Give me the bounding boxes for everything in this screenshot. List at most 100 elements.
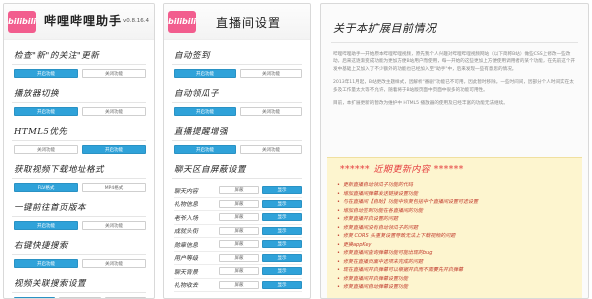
chat-block-row: 老爷入场 屏蔽 显示 [174,211,302,225]
option-button[interactable]: 关闭功能 [82,69,146,78]
option-button-group: 关闭功能 开启功能 [4,141,154,154]
chat-block-grid: 聊天内容 屏蔽 显示 礼物信息 屏蔽 显示 老爷入场 屏蔽 显示 成就头衔 屏蔽 显示 勋章信息 屏蔽 显示… [174,184,302,292]
option-button-selected[interactable]: 开启功能 [82,145,146,154]
section-title: 检查"新"的关注"更新 [14,51,100,61]
option-button-selected[interactable]: 开启功能 [174,69,236,78]
option-button-selected[interactable]: FLV格式 [14,183,78,192]
chat-block-label: 聊天背景 [174,268,199,276]
changelog-item: 与在直播间【自助】功能中恢复包括中个直播间设置可选设置 [337,198,572,207]
option-button[interactable]: 关闭功能 [82,107,146,116]
chat-block-row: 聊天背景 屏蔽 显示 [174,265,302,279]
hide-button[interactable]: 屏蔽 [219,186,259,195]
section-title: 自动签到 [174,51,211,61]
changelog-list: 更新直播自动领瓜子功能的代码增加直播间弹幕发送链接设置功能与在直播间【自助】功能… [337,181,572,292]
bilibili-logo: bilibili [168,11,196,33]
changelog-box: ****** 近期更新内容 ****** 更新直播自动领瓜子功能的代码增加直播间… [327,157,582,298]
show-button[interactable]: 显示 [262,240,302,249]
divider [331,42,578,43]
chat-block-label: 聊天内容 [174,187,199,195]
option-button-group: 开启版（超简）B站（超简）关闭功能 [4,293,154,298]
section-title: 视频关联搜索设置 [14,279,87,289]
hide-button[interactable]: 屏蔽 [219,226,259,235]
chat-block-label: 礼物收去 [174,282,199,290]
option-button-group: 开启功能 关闭功能 [164,103,310,116]
panel-title: 直播间设置 [216,16,282,30]
show-button[interactable]: 显示 [262,199,302,208]
changelog-item: 增加自动签到功能在各直播间的功能 [337,207,572,216]
option-button-selected[interactable]: 开启功能 [174,145,236,154]
chat-block-row: 礼物收去 屏蔽 显示 [174,279,302,292]
option-button-selected[interactable]: 开启功能 [14,107,78,116]
show-button[interactable]: 显示 [262,213,302,222]
section-title: 获取视频下载地址格式 [14,165,105,175]
option-button[interactable]: 关闭功能 [14,145,78,154]
option-button-group: 开启功能 关闭功能 [4,217,154,230]
option-button-group: 开启功能 关闭功能 [164,65,310,78]
version-label: v0.8.16.4 [123,18,149,24]
settings-list: 检查"新"的关注"更新 开启功能 关闭功能 播放器切换 开启功能 关闭功能 HTML5优先关… [4,49,154,298]
changelog-item: 更新直播自动领瓜子功能的代码 [337,181,572,190]
bilibili-logo: bilibili [8,11,36,33]
hide-button[interactable]: 屏蔽 [219,240,259,249]
option-button[interactable]: 关闭功能 [240,69,302,78]
chat-block-label: 勋章信息 [174,241,199,249]
option-button-selected[interactable]: 开启功能 [14,221,78,230]
show-button[interactable]: 显示 [262,280,302,289]
show-button[interactable]: 显示 [262,226,302,235]
chat-block-row: 聊天内容 屏蔽 显示 [174,184,302,198]
hide-button[interactable]: 屏蔽 [219,253,259,262]
changelog-title: ****** 近期更新内容 ****** [340,165,464,175]
option-button-selected[interactable]: 开启功能 [174,107,236,116]
chat-block-row: 礼物信息 屏蔽 显示 [174,198,302,211]
section-title: 一键前往首页版本 [14,203,87,213]
hide-button[interactable]: 屏蔽 [219,213,259,222]
about-panel: 关于本扩展目前情况 哔哩哔哩助手一开始原本哔哩哔哩视频，原先我个人兴趣对哔哩哔哩… [320,3,589,299]
live-room-settings-panel: bilibili 直播间设置 自动签到 开启功能 关闭功能 自动领瓜子 开启功能 关闭功能… [163,3,311,299]
option-button-group: 开启功能 关闭功能 [164,141,310,154]
show-button[interactable]: 显示 [262,186,302,195]
option-button-selected[interactable]: 开启功能 [14,259,78,268]
chat-block-row: 成就头衔 屏蔽 显示 [174,225,302,238]
chat-block-label: 礼物信息 [174,201,199,209]
about-title: 关于本扩展目前情况 [333,22,437,35]
changelog-item: 修复直播开启设置的问题 [337,215,572,224]
changelog-item: 修复直播间自动弹幕设置功能 [337,283,572,292]
option-button-group: 开启功能 关闭功能 [4,255,154,268]
section-title: 右键快捷搜索 [14,241,69,251]
option-button-group: FLV格式 MP4格式 [4,179,154,192]
section-title: 播放器切换 [14,89,60,99]
option-button[interactable]: MP4格式 [82,183,146,192]
show-button[interactable]: 显示 [262,267,302,276]
changelog-item: 现在直播间开启弹幕可以根据开启而不需要先开启弹幕 [337,266,572,275]
changelog-item: 修复直播间没有自动领瓜子的问题 [337,224,572,233]
panel-title: 哔哩哔哩助手 [44,14,123,28]
chat-block-label: 用户等级 [174,255,199,263]
changelog-item: 增加直播间弹幕发送链接设置功能 [337,190,572,199]
changelog-item: 修复在直播页面中选项未完成的问题 [337,258,572,267]
helper-settings-panel: bilibili 哔哩哔哩助手 v0.8.16.4 检查"新"的关注"更新 开启功… [3,3,155,299]
panel-header: bilibili 直播间设置 [164,4,310,40]
panel-header: bilibili 哔哩哔哩助手 v0.8.16.4 [4,4,154,40]
option-button[interactable]: 关闭功能 [240,145,302,154]
hide-button[interactable]: 屏蔽 [219,267,259,276]
option-button-group: 开启功能 关闭功能 [4,65,154,78]
hide-button[interactable]: 屏蔽 [219,199,259,208]
changelog-item: 修复 CORS 头重复设置导致无法上下载视频的问题 [337,232,572,241]
option-button[interactable]: 关闭功能 [82,259,146,268]
chat-block-label: 老爷入场 [174,214,199,222]
about-paragraph: 目前，本扩展更新的暂改为维护中 HTML5 播放器的使用及已经丰富的功能无法继续… [333,101,508,107]
show-button[interactable]: 显示 [262,253,302,262]
hide-button[interactable]: 屏蔽 [219,280,259,289]
chat-block-row: 勋章信息 屏蔽 显示 [174,238,302,252]
changelog-item: 修复直播间开启弹幕设置功能 [337,275,572,284]
settings-list: 自动签到 开启功能 关闭功能 自动领瓜子 开启功能 关闭功能 直播提醒增强 开启功能 关闭功能 [164,49,310,154]
divider [172,178,302,179]
changelog-item: 更换appKey [337,241,572,250]
option-button[interactable]: 关闭功能 [240,107,302,116]
section-title: 直播提醒增强 [174,127,229,137]
section-title-chat-block: 聊天区自屏蔽设置 [174,165,247,175]
about-paragraph: 2013年11月起，B站更改主题样式，因解析"番剧"功能已不可用，因此暂时移除。… [333,80,574,93]
option-button-selected[interactable]: 开启功能 [14,69,78,78]
option-button[interactable]: 关闭功能 [82,221,146,230]
chat-block-row: 用户等级 屏蔽 显示 [174,252,302,265]
